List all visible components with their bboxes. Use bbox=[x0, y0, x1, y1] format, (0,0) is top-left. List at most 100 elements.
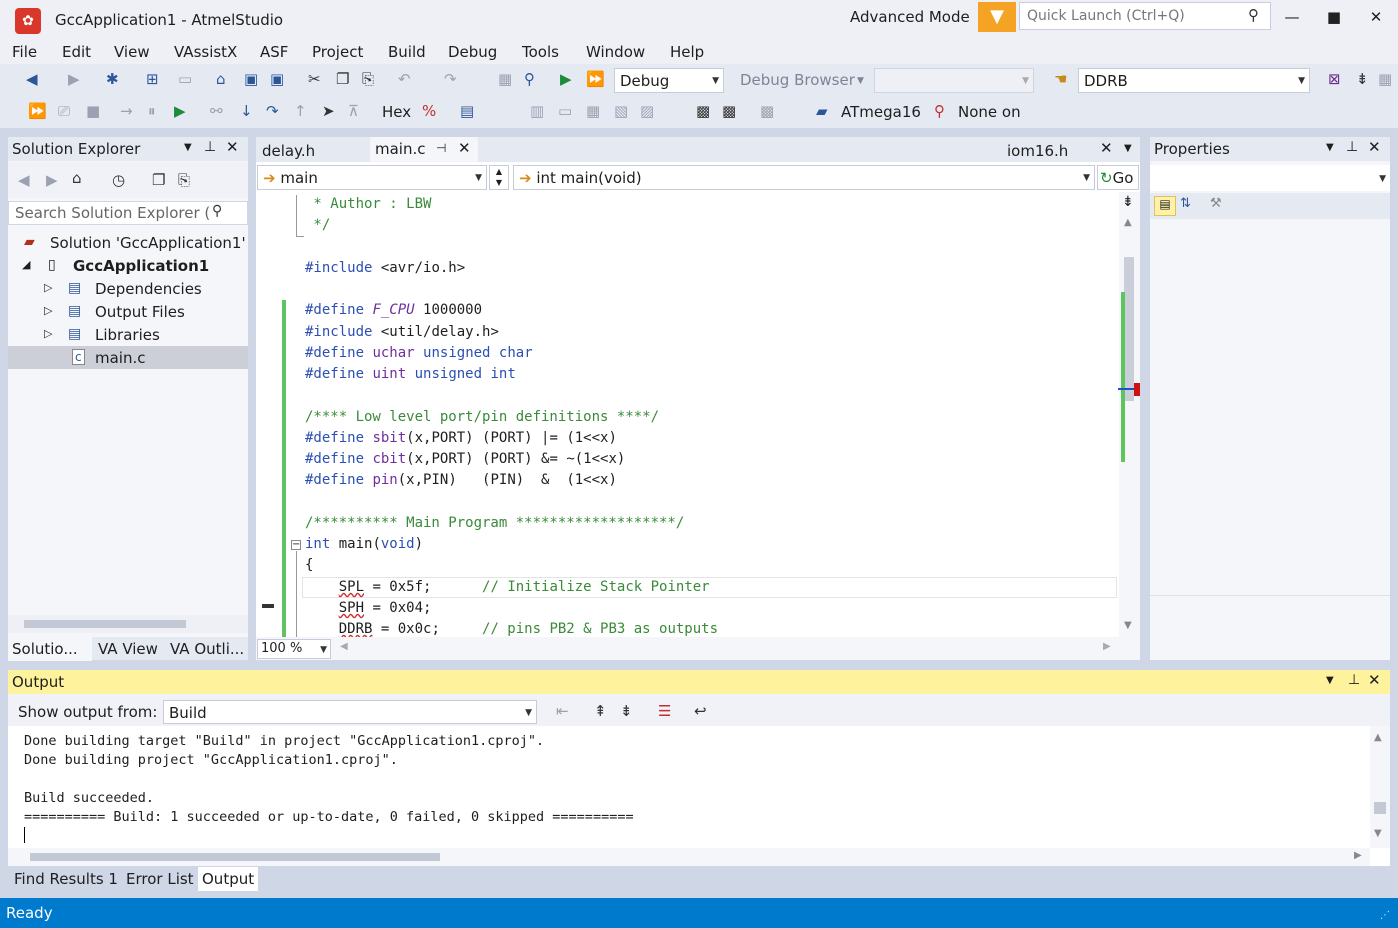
menu-file[interactable]: File bbox=[12, 43, 37, 61]
cut-icon[interactable]: ✂ bbox=[308, 70, 321, 88]
pin-icon[interactable]: ⊥ bbox=[1348, 672, 1360, 688]
show-next-statement-icon[interactable]: ⚯ bbox=[210, 102, 223, 120]
undo-icon[interactable]: ↶ bbox=[398, 70, 411, 88]
forward-icon[interactable]: ▶ bbox=[68, 70, 80, 88]
navigate-icon[interactable]: ▦ bbox=[498, 70, 512, 88]
tree-item-project[interactable]: ◢ ▯ GccApplication1 bbox=[8, 254, 248, 277]
horizontal-scrollbar[interactable]: ▶ bbox=[8, 848, 1370, 866]
tab-error-list[interactable]: Error List bbox=[122, 867, 198, 891]
collapse-all-icon[interactable]: ❐ bbox=[152, 171, 165, 189]
menu-project[interactable]: Project bbox=[312, 43, 363, 61]
output-source-select[interactable]: Build ▼ bbox=[163, 700, 537, 724]
tree-item-dependencies[interactable]: ▷ ▤ Dependencies bbox=[8, 277, 248, 300]
solution-config-icon[interactable]: ⊠ bbox=[1328, 70, 1341, 88]
tab-va-outline[interactable]: VA Outli... bbox=[166, 637, 248, 661]
tree-item-libraries[interactable]: ▷ ▤ Libraries bbox=[8, 323, 248, 346]
debug-browser-button[interactable]: Debug Browser bbox=[740, 71, 855, 89]
zoom-select[interactable]: 100 % ▼ bbox=[257, 639, 331, 659]
disassembly-icon[interactable]: ▧ bbox=[614, 102, 628, 120]
tab-delay-h[interactable]: delay.h bbox=[258, 139, 319, 163]
menu-tools[interactable]: Tools bbox=[522, 43, 559, 61]
scroll-up-icon[interactable]: ▲ bbox=[1374, 732, 1382, 743]
close-icon[interactable]: ✕ bbox=[1368, 138, 1381, 156]
attach-icon[interactable]: ⎚ bbox=[58, 102, 70, 120]
home-icon[interactable]: ⌂ bbox=[72, 169, 82, 187]
resize-grip-icon[interactable]: ⋰ bbox=[1380, 910, 1390, 921]
close-icon[interactable]: ✕ bbox=[458, 139, 471, 157]
continue-icon[interactable]: ⏩ bbox=[28, 102, 47, 120]
close-icon[interactable]: ✕ bbox=[226, 138, 239, 156]
back-icon[interactable]: ◀ bbox=[18, 171, 30, 189]
scroll-down-icon[interactable]: ▼ bbox=[1374, 828, 1382, 839]
clear-all-icon[interactable]: ☰ bbox=[658, 702, 671, 720]
scrollbar-thumb[interactable] bbox=[1374, 802, 1386, 814]
step-out-icon[interactable]: ↑ bbox=[294, 102, 307, 120]
processor-icon[interactable]: ▨ bbox=[640, 102, 654, 120]
menu-debug[interactable]: Debug bbox=[448, 43, 497, 61]
wrench-icon[interactable]: ⚒ bbox=[1210, 196, 1222, 211]
find-icon[interactable]: ⚲ bbox=[524, 70, 535, 88]
collapse-icon[interactable]: ◢ bbox=[22, 258, 30, 271]
tab-solution[interactable]: Solutio... bbox=[8, 637, 92, 661]
search-icon[interactable]: ⚲ bbox=[1248, 6, 1259, 24]
step-over-icon[interactable]: → bbox=[120, 102, 133, 120]
toolbar-options-icon[interactable]: ⇟ bbox=[1356, 70, 1369, 88]
start-debug-icon[interactable]: ▶ bbox=[560, 70, 572, 88]
word-wrap-icon[interactable]: ↩ bbox=[694, 702, 707, 720]
scrollbar-thumb[interactable] bbox=[1124, 257, 1134, 401]
tool-icon[interactable]: ⚲ bbox=[934, 102, 945, 120]
tab-output[interactable]: Output bbox=[198, 867, 259, 891]
save-all-icon[interactable]: ▣ bbox=[270, 70, 284, 88]
minimize-button[interactable]: — bbox=[1272, 4, 1312, 30]
pin-icon[interactable]: ⊥ bbox=[204, 139, 216, 155]
tree-item-solution[interactable]: ▰ Solution 'GccApplication1' bbox=[8, 231, 248, 254]
expand-icon[interactable]: ▷ bbox=[44, 281, 52, 294]
close-icon[interactable]: ✕ bbox=[1100, 139, 1113, 157]
close-icon[interactable]: ✕ bbox=[1368, 671, 1381, 689]
tab-main-c[interactable]: main.c ⊣ ✕ bbox=[370, 137, 478, 162]
symbol-select[interactable]: DDRB ▼ bbox=[1078, 68, 1310, 93]
menu-view[interactable]: View bbox=[114, 43, 150, 61]
pin-icon[interactable]: ⊥ bbox=[1346, 139, 1358, 155]
breakpoint-window-icon[interactable]: ▤ bbox=[460, 102, 474, 120]
hex-format-icon[interactable]: % bbox=[422, 102, 436, 120]
chip-icon[interactable]: ▩ bbox=[696, 102, 710, 120]
reset-icon[interactable]: ⊼ bbox=[348, 102, 359, 120]
tool-selector[interactable]: None on bbox=[958, 103, 1021, 121]
alphabetical-icon[interactable]: ⇅ bbox=[1180, 196, 1191, 211]
pin-icon[interactable]: ⊣ bbox=[436, 141, 446, 155]
back-icon[interactable]: ◀ bbox=[26, 70, 38, 88]
paste-icon[interactable]: ⎘ bbox=[362, 70, 374, 88]
save-icon[interactable]: ▣ bbox=[244, 70, 258, 88]
platform-select[interactable]: ▼ bbox=[874, 68, 1034, 93]
scope-select[interactable]: ➔ main ▼ bbox=[257, 165, 487, 190]
open-icon[interactable]: ▭ bbox=[178, 70, 192, 88]
chip-program-icon[interactable]: ▩ bbox=[722, 102, 736, 120]
go-button[interactable]: ↻Go bbox=[1097, 165, 1139, 190]
properties-icon[interactable]: ⎘ bbox=[178, 171, 190, 189]
configuration-select[interactable]: Debug ▼ bbox=[614, 68, 724, 93]
tree-item-main-c[interactable]: c main.c bbox=[8, 346, 248, 369]
menu-asf[interactable]: ASF bbox=[260, 43, 288, 61]
history-icon[interactable]: ◷ bbox=[112, 171, 125, 189]
tab-va-view[interactable]: VA View bbox=[94, 637, 162, 661]
tab-find-results[interactable]: Find Results 1 bbox=[10, 867, 122, 891]
close-button[interactable]: ✕ bbox=[1356, 4, 1396, 30]
horizontal-scrollbar[interactable] bbox=[8, 615, 248, 633]
expand-icon[interactable]: ▷ bbox=[44, 327, 52, 340]
menu-vassistx[interactable]: VAssistX bbox=[174, 43, 237, 61]
scroll-right-icon[interactable]: ▶ bbox=[1354, 850, 1362, 861]
quick-launch-input[interactable]: Quick Launch (Ctrl+Q) bbox=[1019, 2, 1271, 30]
function-select[interactable]: ➔ int main(void) ▼ bbox=[513, 165, 1095, 190]
forward-icon[interactable]: ▶ bbox=[46, 171, 58, 189]
chip-disabled-icon[interactable]: ▩ bbox=[760, 102, 774, 120]
categorized-icon[interactable]: ▤ bbox=[1154, 196, 1176, 216]
pause-icon[interactable]: ⏸ bbox=[148, 102, 156, 120]
expand-icon[interactable]: ▷ bbox=[44, 304, 52, 317]
device-icon[interactable]: ▰ bbox=[816, 102, 828, 120]
chevron-down-icon[interactable]: ▼ bbox=[1326, 675, 1334, 686]
chevron-down-icon[interactable]: ▼ bbox=[184, 142, 192, 153]
menu-help[interactable]: Help bbox=[670, 43, 704, 61]
scroll-up-icon[interactable]: ▲ bbox=[1124, 217, 1132, 228]
next-message-icon[interactable]: ⇟ bbox=[620, 702, 633, 720]
